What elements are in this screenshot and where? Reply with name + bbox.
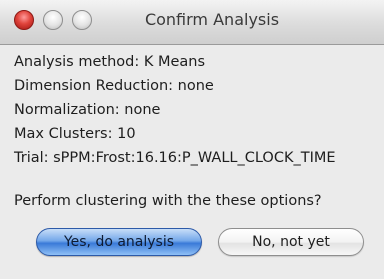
minimize-window-button[interactable] <box>43 10 63 30</box>
max-clusters-line: Max Clusters: 10 <box>14 126 136 142</box>
analysis-summary: Analysis method: K Means Dimension Reduc… <box>14 50 336 170</box>
confirm-analysis-button[interactable]: Yes, do analysis <box>36 228 202 256</box>
confirm-analysis-dialog: Confirm Analysis Analysis method: K Mean… <box>0 0 384 279</box>
title-bar[interactable]: Confirm Analysis <box>0 0 384 45</box>
close-window-button[interactable] <box>14 10 34 30</box>
dimension-reduction-line: Dimension Reduction: none <box>14 78 214 94</box>
zoom-window-button[interactable] <box>72 10 92 30</box>
window-title: Confirm Analysis <box>144 10 280 29</box>
cancel-analysis-button[interactable]: No, not yet <box>218 228 364 256</box>
dialog-content: Analysis method: K Means Dimension Reduc… <box>0 45 384 279</box>
trial-line: Trial: sPPM:Frost:16.16:P_WALL_CLOCK_TIM… <box>14 150 336 166</box>
analysis-method-line: Analysis method: K Means <box>14 54 206 70</box>
normalization-line: Normalization: none <box>14 102 161 118</box>
confirmation-prompt: Perform clustering with the these option… <box>14 193 322 209</box>
